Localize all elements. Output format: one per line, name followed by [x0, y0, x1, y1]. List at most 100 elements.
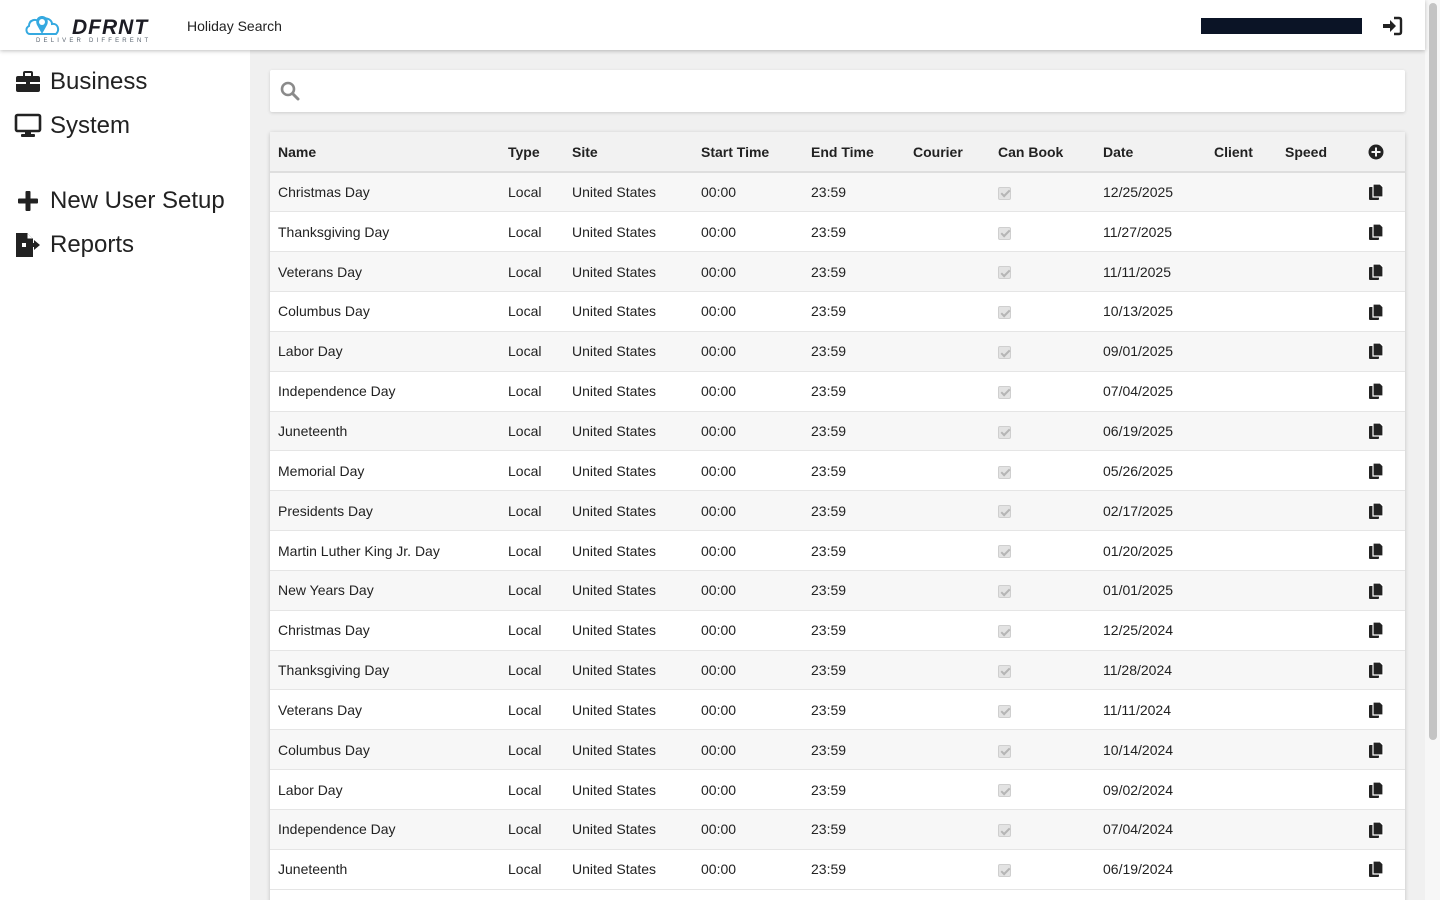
copy-holiday-button[interactable] [1347, 849, 1405, 890]
table-row[interactable]: Christmas Day Local United States 00:00 23:5… [270, 172, 1405, 213]
copy-holiday-button[interactable] [1347, 411, 1405, 452]
table-row[interactable]: Veterans Day Local United States 00:00 23:59… [270, 689, 1405, 731]
cell-speed [1277, 809, 1347, 850]
cell-can-book [990, 849, 1095, 890]
table-row[interactable]: Independence Day Local United States 00:00 2… [270, 371, 1405, 412]
cell-date: 10/14/2024 [1095, 729, 1206, 771]
table-row[interactable]: New Years Day Local United States 00:00 23:5… [270, 570, 1405, 611]
table-row[interactable]: Labor Day Local United States 00:00 23:59 09/… [270, 331, 1405, 372]
cell-name: Columbus Day [270, 291, 500, 332]
cell-client [1206, 809, 1277, 850]
sidebar-item-system[interactable]: System [14, 109, 130, 143]
column-header-date[interactable]: Date [1095, 132, 1206, 173]
column-header-type[interactable]: Type [500, 132, 564, 173]
can-book-checkbox [998, 625, 1011, 638]
copy-holiday-button[interactable] [1347, 211, 1405, 253]
logout-button[interactable] [1381, 16, 1403, 36]
can-book-checkbox [998, 385, 1011, 399]
can-book-checkbox [998, 664, 1011, 678]
copy-icon [1369, 741, 1384, 758]
table-row[interactable]: Thanksgiving Day Local United States 00:00 2… [270, 650, 1405, 691]
cell-client [1206, 650, 1277, 691]
copy-holiday-button[interactable] [1347, 291, 1405, 332]
cell-end-time: 23:59 [803, 251, 905, 293]
copy-holiday-button[interactable] [1347, 570, 1405, 611]
cell-end-time: 23:59 [803, 331, 905, 372]
copy-holiday-button[interactable] [1347, 650, 1405, 691]
cell-can-book [990, 729, 1095, 771]
cell-date: 06/19/2024 [1095, 849, 1206, 890]
cell-speed [1277, 650, 1347, 691]
column-header-name[interactable]: Name [270, 132, 500, 173]
search-input[interactable] [314, 76, 1394, 106]
cell-courier [905, 570, 990, 611]
copy-holiday-button[interactable] [1347, 809, 1405, 850]
table-row[interactable]: Martin Luther King Jr. Day Local United St… [270, 530, 1405, 571]
table-row[interactable]: Independence Day Local United States 00:00 2… [270, 809, 1405, 850]
cell-speed [1277, 570, 1347, 611]
copy-holiday-button[interactable] [1347, 450, 1405, 492]
cell-end-time: 23:59 [803, 172, 905, 213]
column-header-can-book[interactable]: Can Book [990, 132, 1095, 173]
cell-start-time: 00:00 [693, 172, 803, 213]
cell-courier [905, 172, 990, 213]
table-row[interactable]: Labor Day Local United States 00:00 23:59 09/… [270, 769, 1405, 810]
cell-site: United States [564, 769, 693, 810]
column-header-start-time[interactable]: Start Time [693, 132, 803, 173]
copy-holiday-button[interactable] [1347, 251, 1405, 293]
page-scrollbar-thumb[interactable] [1429, 3, 1437, 740]
dfrnt-logo[interactable]: DFRNT DELIVER DIFFERENT [24, 12, 164, 48]
cell-speed [1277, 172, 1347, 213]
page-title: Holiday Search [187, 18, 282, 34]
cell-name: Memorial Day [270, 450, 500, 492]
table-row[interactable]: Columbus Day Local United States 00:00 23:59… [270, 729, 1405, 771]
copy-holiday-button[interactable] [1347, 172, 1405, 213]
copy-holiday-button[interactable] [1347, 490, 1405, 532]
file-export-icon [14, 232, 42, 258]
cell-type: Local [500, 371, 564, 412]
cell-client [1206, 211, 1277, 253]
copy-holiday-button[interactable] [1347, 689, 1405, 731]
copy-holiday-button[interactable] [1347, 530, 1405, 571]
cell-name: Presidents Day [270, 490, 500, 532]
cell-name: Veterans Day [270, 689, 500, 731]
table-row[interactable]: Juneteenth Local United States 00:00 23:59 06… [270, 849, 1405, 890]
copy-holiday-button[interactable] [1347, 729, 1405, 771]
column-header-speed[interactable]: Speed [1277, 132, 1347, 173]
column-header-end-time[interactable]: End Time [803, 132, 905, 173]
cell-start-time: 00:00 [693, 769, 803, 810]
sidebar-item-new-user-setup[interactable]: New User Setup [14, 184, 225, 218]
user-name-redacted[interactable] [1201, 18, 1362, 34]
copy-icon [1369, 621, 1384, 639]
cell-end-time: 23:59 [803, 729, 905, 771]
cell-date: 12/25/2025 [1095, 172, 1206, 213]
copy-holiday-button[interactable] [1347, 610, 1405, 651]
cell-type: Local [500, 291, 564, 332]
table-row[interactable]: Columbus Day Local United States 00:00 23:59… [270, 291, 1405, 332]
cell-site: United States [564, 450, 693, 492]
column-header-client[interactable]: Client [1206, 132, 1277, 173]
table-row[interactable]: Juneteenth Local United States 00:00 23:59 06… [270, 411, 1405, 452]
cell-site: United States [564, 251, 693, 293]
table-row[interactable]: Thanksgiving Day Local United States 00:00 2… [270, 211, 1405, 253]
sidebar-item-label: New User Setup [50, 187, 225, 214]
cell-name: Thanksgiving Day [270, 650, 500, 691]
copy-icon [1369, 263, 1384, 280]
add-holiday-button[interactable] [1347, 132, 1405, 173]
copy-holiday-button[interactable] [1347, 331, 1405, 372]
cell-start-time: 00:00 [693, 411, 803, 452]
copy-holiday-button[interactable] [1347, 769, 1405, 810]
table-row[interactable]: Veterans Day Local United States 00:00 23:59… [270, 251, 1405, 293]
table-row[interactable]: Christmas Day Local United States 00:00 23:5… [270, 610, 1405, 651]
sidebar-item-reports[interactable]: Reports [14, 228, 134, 262]
table-row[interactable]: Memorial Day Local United States 00:00 23:59… [270, 450, 1405, 492]
cell-type: Local [500, 570, 564, 611]
column-header-site[interactable]: Site [564, 132, 693, 173]
cell-client [1206, 490, 1277, 532]
cell-can-book [990, 331, 1095, 372]
sidebar-item-business[interactable]: Business [14, 65, 147, 99]
table-row[interactable]: Presidents Day Local United States 00:00 23:… [270, 490, 1405, 532]
column-header-courier[interactable]: Courier [905, 132, 990, 173]
cell-type: Local [500, 490, 564, 532]
copy-holiday-button[interactable] [1347, 371, 1405, 412]
